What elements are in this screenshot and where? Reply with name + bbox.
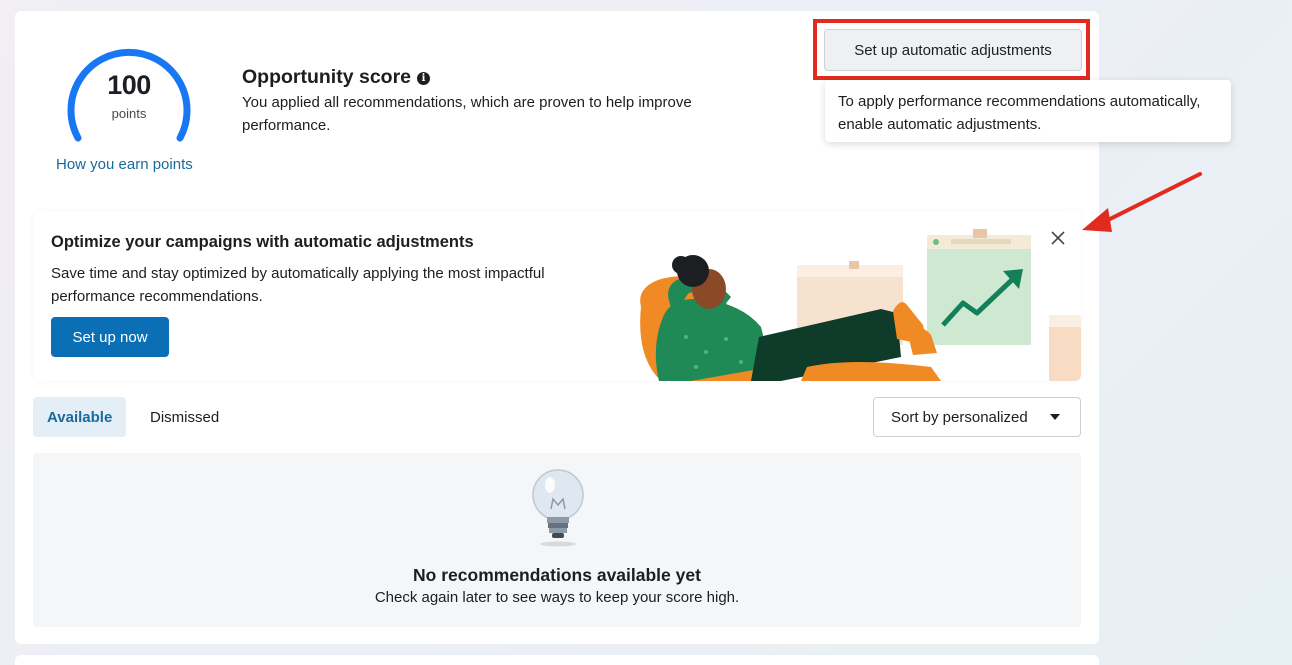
tab-available[interactable]: Available [33, 397, 127, 437]
opportunity-score-title: Opportunity score [242, 66, 412, 88]
next-card-edge [15, 655, 1099, 665]
close-icon[interactable] [1047, 227, 1069, 249]
banner-title: Optimize your campaigns with automatic a… [51, 233, 474, 251]
score-value: 100 [107, 70, 151, 100]
score-unit: points [111, 106, 147, 121]
how-you-earn-points-link[interactable]: How you earn points [56, 156, 193, 173]
tab-dismissed[interactable]: Dismissed [136, 397, 233, 437]
empty-state-title: No recommendations available yet [413, 565, 701, 585]
sort-dropdown[interactable]: Sort by personalized [873, 397, 1081, 437]
set-up-automatic-adjustments-button[interactable]: Set up automatic adjustments [824, 29, 1082, 71]
set-up-now-button[interactable]: Set up now [51, 317, 169, 357]
empty-state-description: Check again later to see ways to keep yo… [374, 589, 740, 606]
sort-label: Sort by personalized [891, 408, 1028, 426]
caret-down-icon [1050, 414, 1060, 420]
banner-description: Save time and stay optimized by automati… [51, 265, 545, 305]
automatic-adjustments-tooltip: To apply performance recommendations aut… [825, 80, 1231, 142]
opportunity-score-heading: Opportunity score i [242, 66, 431, 89]
lightbulb-icon [532, 469, 584, 547]
info-icon[interactable]: i [417, 72, 431, 85]
relaxing-person-illustration [640, 229, 1081, 381]
opportunity-score-description: You applied all recommendations, which a… [242, 94, 692, 134]
annotation-arrow [1082, 172, 1202, 232]
automatic-adjustments-banner: Optimize your campaigns with automatic a… [33, 211, 1081, 381]
empty-state: No recommendations available yet Check a… [33, 453, 1081, 627]
